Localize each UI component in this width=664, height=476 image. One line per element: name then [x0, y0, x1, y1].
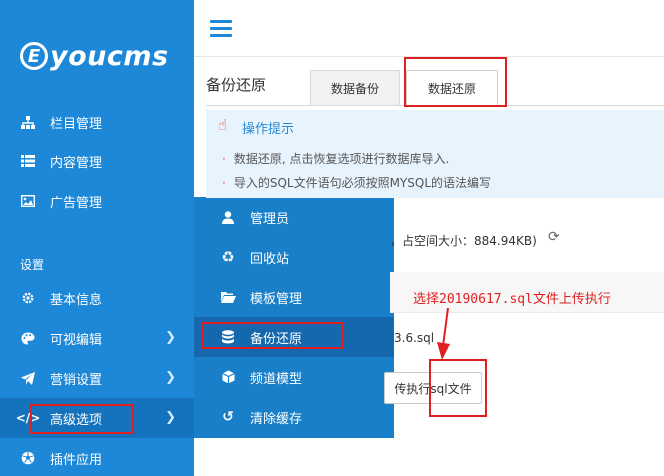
tip-line: · 数据还原, 点击恢复选项进行数据库导入. [222, 152, 450, 166]
refresh-icon[interactable]: ⟳ [548, 229, 560, 245]
annotation-box-upload [429, 359, 487, 417]
submenu-item-channel-model[interactable]: 频道模型 [194, 357, 394, 397]
tip-line: · 导入的SQL文件语句必须按照MYSQL的语法编写 [222, 176, 492, 190]
submenu-item-label: 回收站 [250, 251, 290, 267]
gear-icon [20, 291, 36, 305]
sidebar-item-label: 基本信息 [50, 292, 103, 308]
undo-icon: ↺ [222, 409, 234, 425]
submenu-item-label: 管理员 [250, 211, 290, 227]
annotation-box-backup-restore [202, 322, 343, 349]
submenu-item-clear-cache[interactable]: ↺ 清除缓存 [194, 397, 394, 437]
image-icon [20, 195, 36, 207]
sidebar-item-label: 插件应用 [50, 452, 103, 468]
submenu-item-admin[interactable]: 管理员 [194, 197, 394, 237]
paper-plane-icon [20, 371, 36, 385]
sidebar-item-content[interactable]: 内容管理 [0, 141, 194, 181]
sidebar-item-label: 栏目管理 [50, 116, 103, 132]
sidebar-item-label: 营销设置 [50, 372, 103, 388]
recycle-icon: ♻ [221, 248, 235, 266]
submenu-item-label: 频道模型 [250, 371, 303, 387]
sidebar-item-basic-info[interactable]: 基本信息 [0, 278, 194, 318]
sidebar-item-marketing[interactable]: 营销设置 ❯ [0, 358, 194, 398]
user-icon [220, 210, 236, 224]
chevron-right-icon: ❯ [165, 330, 176, 345]
chevron-right-icon: ❯ [165, 370, 176, 385]
page-title: 备份还原 [206, 76, 267, 94]
annotation-arrow-icon [437, 307, 450, 360]
submenu-item-label: 清除缓存 [250, 411, 303, 427]
chevron-right-icon: ❯ [165, 410, 176, 425]
logo-mark: E [20, 42, 48, 70]
advanced-submenu: 管理员 ♻ 回收站 模板管理 备份还原 频道模型 ↺ 清除缓存 [194, 197, 394, 438]
palette-icon [20, 332, 36, 345]
annotation-box-restore-tab [404, 57, 507, 107]
sidebar-item-label: 广告管理 [50, 195, 103, 211]
annotation-text: 选择20190617.sql文件上传执行 [413, 292, 611, 307]
tip-text: 数据还原, 点击恢复选项进行数据库导入. [233, 152, 450, 166]
tab-data-backup[interactable]: 数据备份 [310, 70, 400, 106]
sidebar-item-label: 内容管理 [50, 155, 103, 171]
sidebar-item-label: 可视编辑 [50, 332, 103, 348]
sidebar-item-columns[interactable]: 栏目管理 [0, 102, 194, 142]
hand-pointer-icon: ☝ [218, 116, 228, 134]
tip-text: 导入的SQL文件语句必须按照MYSQL的语法编写 [233, 176, 492, 190]
submenu-item-recycle[interactable]: ♻ 回收站 [194, 237, 394, 277]
soccer-ball-icon [20, 451, 36, 465]
backup-size-info: ，占空间大小：884.94KB) [390, 234, 537, 248]
sidebar-item-visual-edit[interactable]: 可视编辑 ❯ [0, 318, 194, 358]
tips-title: 操作提示 [242, 122, 295, 137]
folder-open-icon [220, 291, 236, 303]
menu-toggle-icon[interactable] [210, 20, 232, 38]
submenu-item-templates[interactable]: 模板管理 [194, 277, 394, 317]
annotation-box-advanced [30, 404, 134, 434]
sitemap-icon [20, 115, 36, 129]
submenu-item-label: 模板管理 [250, 291, 303, 307]
list-icon [20, 155, 36, 167]
backup-file-name: 3.6.sql [394, 331, 435, 345]
tips-panel: ☝ 操作提示 · 数据还原, 点击恢复选项进行数据库导入. · 导入的SQL文件语句… [206, 110, 664, 198]
logo[interactable]: E youcms [20, 34, 169, 78]
cube-icon [220, 370, 236, 384]
sidebar-item-plugins[interactable]: 插件应用 [0, 438, 194, 476]
logo-text: youcms [50, 40, 169, 72]
sidebar-item-ads[interactable]: 广告管理 [0, 181, 194, 221]
settings-heading: 设置 [20, 258, 45, 272]
